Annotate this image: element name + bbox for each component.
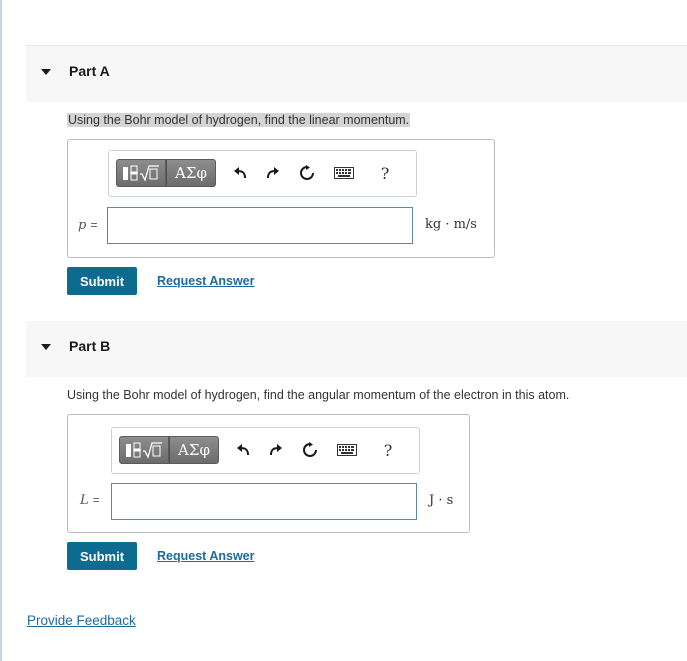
part-a-toolbar-group: ΑΣφ <box>116 159 216 187</box>
part-a-question: Using the Bohr model of hydrogen, find t… <box>67 113 411 127</box>
part-b-question: Using the Bohr model of hydrogen, find t… <box>67 388 570 402</box>
redo-icon[interactable] <box>263 163 283 183</box>
part-b-request-answer-link[interactable]: Request Answer <box>157 549 254 563</box>
collapse-caret-icon[interactable] <box>41 344 51 350</box>
part-b-title: Part B <box>69 338 111 354</box>
templates-button[interactable] <box>119 436 169 464</box>
redo-icon[interactable] <box>266 440 286 460</box>
part-a-math-toolbar: ΑΣφ ? <box>108 150 417 197</box>
help-button[interactable]: ? <box>375 163 395 183</box>
fraction-sqrt-templates-icon <box>126 442 162 459</box>
greek-symbols-button[interactable]: ΑΣφ <box>169 436 219 464</box>
part-b-toolbar-group: ΑΣφ <box>119 436 219 464</box>
undo-icon[interactable] <box>233 440 253 460</box>
part-a-submit-button[interactable]: Submit <box>67 267 137 295</box>
part-a-title: Part A <box>69 63 110 79</box>
templates-button[interactable] <box>116 159 166 187</box>
reset-icon[interactable] <box>297 163 317 183</box>
part-b-answer-box: ΑΣφ ? L = J · s <box>67 414 470 533</box>
provide-feedback-link[interactable]: Provide Feedback <box>27 613 136 628</box>
part-a-units: kg · m/s <box>425 217 477 232</box>
part-b-variable-label: L = <box>80 493 100 508</box>
help-button[interactable]: ? <box>378 440 398 460</box>
part-a-variable: p <box>78 218 87 233</box>
greek-symbols-button[interactable]: ΑΣφ <box>166 159 216 187</box>
collapse-caret-icon[interactable] <box>41 69 51 75</box>
part-a-header[interactable]: Part A <box>26 46 687 102</box>
reset-icon[interactable] <box>300 440 320 460</box>
part-b-equals: = <box>92 493 100 507</box>
part-a-answer-input[interactable] <box>107 207 413 244</box>
part-a-equals: = <box>90 218 98 232</box>
part-b-math-toolbar: ΑΣφ ? <box>111 427 420 474</box>
part-b-header[interactable]: Part B <box>26 321 687 377</box>
keyboard-icon[interactable] <box>337 440 357 460</box>
left-border <box>0 0 2 661</box>
part-a-request-answer-link[interactable]: Request Answer <box>157 274 254 288</box>
fraction-sqrt-templates-icon <box>123 165 159 182</box>
part-a-variable-label: p = <box>78 218 97 233</box>
part-b-submit-button[interactable]: Submit <box>67 542 137 570</box>
part-b-variable: L <box>80 493 89 508</box>
keyboard-icon[interactable] <box>334 163 354 183</box>
part-b-units: J · s <box>429 493 454 508</box>
part-b-answer-input[interactable] <box>111 483 417 520</box>
undo-icon[interactable] <box>230 163 250 183</box>
part-a-answer-box: ΑΣφ ? p = kg · m/s <box>67 139 495 258</box>
